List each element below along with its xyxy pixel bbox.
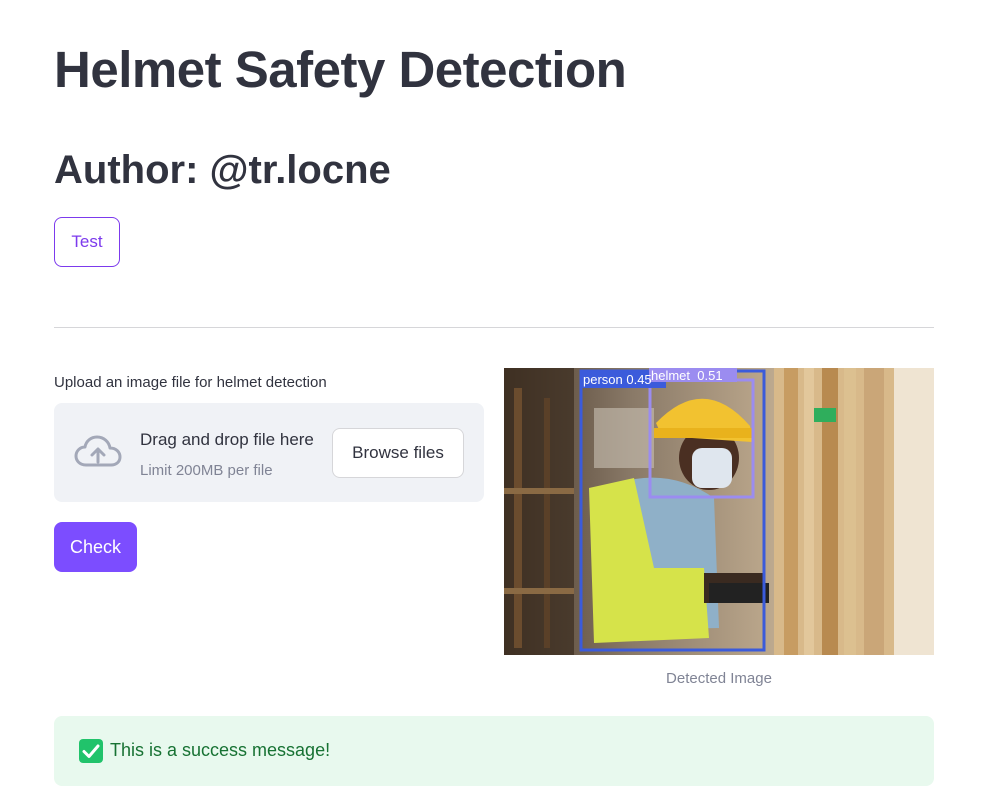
cloud-upload-icon — [74, 435, 122, 467]
check-button[interactable]: Check — [54, 522, 137, 572]
dropzone-title: Drag and drop file here — [140, 430, 314, 449]
image-caption: Detected Image — [666, 670, 772, 687]
detected-image: person 0.45 helmet 0.51 — [504, 368, 934, 655]
browse-files-button[interactable]: Browse files — [332, 428, 464, 478]
detected-image-canvas: person 0.45 helmet 0.51 — [504, 368, 934, 655]
helmet-detection-label: helmet 0.51 — [651, 368, 723, 383]
upload-label: Upload an image file for helmet detectio… — [54, 374, 327, 391]
page-title: Helmet Safety Detection — [54, 41, 627, 98]
divider — [54, 327, 934, 328]
dropzone-limit: Limit 200MB per file — [140, 462, 273, 479]
test-button[interactable]: Test — [54, 217, 120, 267]
person-detection-label: person 0.45 — [583, 372, 652, 387]
success-alert: This is a success message! — [54, 716, 934, 786]
file-dropzone[interactable]: Drag and drop file here Limit 200MB per … — [54, 403, 484, 502]
check-box-icon — [79, 739, 103, 763]
author-heading: Author: @tr.locne — [54, 148, 391, 192]
success-message: This is a success message! — [110, 740, 331, 760]
